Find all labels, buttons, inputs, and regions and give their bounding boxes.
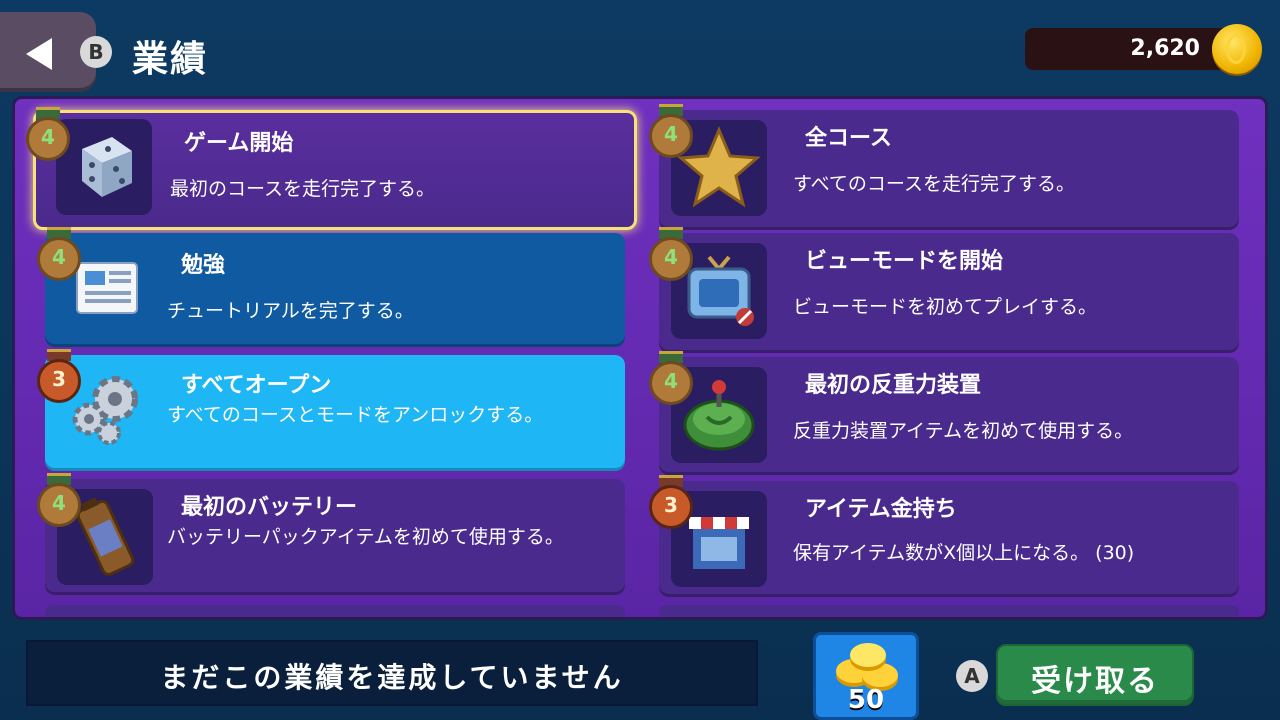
coin-value: 2,620 — [1130, 36, 1200, 61]
achievement-card-study[interactable]: 4 勉強 チュートリアルを完了する。 — [37, 227, 625, 347]
reward-value: 50 — [847, 685, 885, 715]
achievement-card-partial[interactable] — [659, 605, 1239, 617]
achievement-card-partial[interactable] — [45, 605, 625, 617]
achievement-title: すべてオープン — [181, 373, 332, 398]
claim-button[interactable]: 受け取る — [996, 644, 1194, 706]
rank-medal: 3 — [37, 349, 81, 407]
achievement-title: ゲーム開始 — [184, 131, 294, 156]
rank-medal: 4 — [649, 227, 693, 285]
page-title: 業績 — [132, 39, 209, 80]
achievement-title: 最初のバッテリー — [181, 495, 358, 520]
coin-counter: 2,620 — [1025, 28, 1240, 70]
achievement-desc: 反重力装置アイテムを初めて使用する。 — [793, 420, 1134, 442]
achievement-title: 最初の反重力装置 — [805, 373, 982, 398]
status-bar: まだこの業績を達成していません — [26, 640, 758, 706]
achievement-desc: すべてのコースを走行完了する。 — [793, 173, 1075, 195]
achievement-desc: 保有アイテム数がX個以上になる。 (30) — [793, 542, 1135, 564]
achievement-desc: 最初のコースを走行完了する。 — [170, 178, 436, 200]
a-key-hint: A — [956, 660, 988, 692]
achievement-desc: すべてのコースとモードをアンロックする。 — [167, 404, 544, 426]
coin-icon — [1212, 24, 1262, 74]
rank-medal: 4 — [649, 104, 693, 162]
b-key-hint: B — [80, 36, 112, 68]
icon-box — [56, 119, 152, 215]
achievement-card-antigravity[interactable]: 4 最初の反重力装置 反重力装置アイテムを初めて使用する。 — [649, 351, 1239, 475]
dice-icon — [82, 137, 132, 197]
achievement-card-battery[interactable]: 4 最初のバッテリー バッテリーパックアイテムを初めて使用する。 — [37, 473, 625, 595]
rank-medal: 4 — [37, 227, 81, 285]
reward-box: 50 — [813, 632, 919, 720]
status-text: まだこの業績を達成していません — [160, 661, 624, 694]
achievement-title: ビューモードを開始 — [805, 249, 1004, 274]
achievements-panel[interactable]: 4 ゲーム開始 最初のコースを走行完了する。 4 全コース すべてのコースを走行… — [12, 96, 1268, 620]
achievement-title: 勉強 — [181, 253, 226, 278]
achievement-card-all-courses[interactable]: 4 全コース すべてのコースを走行完了する。 — [649, 104, 1239, 230]
achievement-card-item-rich[interactable]: 3 アイテム金持ち 保有アイテム数がX個以上になる。 (30) — [649, 475, 1239, 597]
back-arrow-icon — [26, 38, 52, 70]
achievement-desc: チュートリアルを完了する。 — [167, 300, 414, 322]
claim-label: 受け取る — [1031, 664, 1159, 699]
achievement-card-game-start[interactable]: 4 ゲーム開始 最初のコースを走行完了する。 — [26, 107, 637, 230]
achievement-card-view-mode[interactable]: 4 ビューモードを開始 ビューモードを初めてプレイする。 — [649, 227, 1239, 353]
rank-medal: 4 — [37, 473, 81, 531]
rank-medal: 3 — [649, 475, 693, 533]
rank-medal: 4 — [26, 107, 70, 165]
achievement-title: アイテム金持ち — [805, 497, 957, 522]
achievement-desc: バッテリーパックアイテムを初めて使用する。 — [167, 526, 564, 548]
achievement-desc: ビューモードを初めてプレイする。 — [793, 296, 1098, 318]
achievement-title: 全コース — [805, 126, 892, 151]
rank-medal: 4 — [649, 351, 693, 409]
achievement-card-all-open[interactable]: 3 すべてオープン すべてのコースとモードをアンロックする。 — [37, 349, 625, 471]
